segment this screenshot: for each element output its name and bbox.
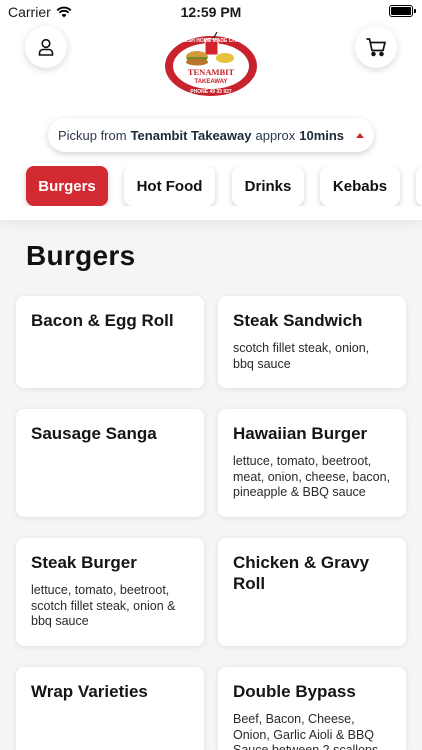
item-name: Steak Burger bbox=[31, 553, 137, 572]
menu-item-card[interactable]: Wrap Varieties bbox=[16, 667, 204, 750]
pickup-selector[interactable]: Pickup from Tenambit Takeaway approx 10m… bbox=[48, 118, 374, 152]
menu-item-card[interactable]: Steak Burger lettuce, tomato, beetroot, … bbox=[16, 538, 204, 646]
tab-drinks[interactable]: Drinks bbox=[232, 166, 304, 206]
pickup-prefix: Pickup from bbox=[57, 127, 127, 143]
menu-item-card[interactable]: Sausage Sanga bbox=[16, 409, 204, 517]
tab-hot-food[interactable]: Hot Food bbox=[124, 166, 215, 206]
item-description: Beef, Bacon, Cheese, Onion, Garlic Aioli… bbox=[233, 712, 379, 750]
tab-more[interactable] bbox=[416, 166, 422, 206]
item-name: Wrap Varieties bbox=[31, 682, 148, 701]
menu-item-card[interactable]: Steak Sandwich scotch fillet steak, onio… bbox=[218, 296, 406, 388]
logo-phone: PHONE 49 33 927 bbox=[190, 89, 232, 95]
item-description: scotch fillet steak, onion, bbq sauce bbox=[233, 341, 370, 371]
tab-kebabs[interactable]: Kebabs bbox=[320, 166, 400, 206]
cart-icon bbox=[366, 38, 386, 57]
item-description: lettuce, tomato, beetroot, meat, onion, … bbox=[233, 454, 391, 499]
logo-arc-text: FRESH HOME MADE CHIPS bbox=[178, 38, 245, 44]
battery-icon bbox=[389, 5, 416, 17]
menu-item-card[interactable]: Double Bypass Beef, Bacon, Cheese, Onion… bbox=[218, 667, 406, 750]
user-icon bbox=[38, 38, 54, 56]
status-time: 12:59 PM bbox=[180, 4, 242, 20]
profile-button[interactable] bbox=[25, 26, 67, 68]
menu-item-card[interactable]: Chicken & Gravy Roll bbox=[218, 538, 406, 646]
item-description: lettuce, tomato, beetroot, scotch fillet… bbox=[31, 583, 176, 628]
menu-item-card[interactable]: Hawaiian Burger lettuce, tomato, beetroo… bbox=[218, 409, 406, 517]
category-tabs: Burgers Hot Food Drinks Kebabs bbox=[0, 166, 422, 206]
menu-item-card[interactable]: Bacon & Egg Roll bbox=[16, 296, 204, 388]
pickup-store: Tenambit Takeaway bbox=[130, 127, 252, 143]
item-name: Double Bypass bbox=[233, 682, 356, 701]
item-name: Sausage Sanga bbox=[31, 424, 157, 443]
logo-name-line1: TENAMBIT bbox=[188, 67, 235, 77]
status-bar: Carrier 12:59 PM bbox=[0, 0, 422, 24]
caret-up-icon bbox=[356, 132, 365, 138]
pickup-time: 10mins bbox=[299, 127, 345, 143]
pickup-approx: approx bbox=[255, 127, 296, 143]
item-name: Hawaiian Burger bbox=[233, 424, 368, 443]
item-name: Bacon & Egg Roll bbox=[31, 311, 174, 330]
cart-button[interactable] bbox=[355, 26, 397, 68]
tab-burgers[interactable]: Burgers bbox=[26, 166, 108, 206]
logo-name-line2: TAKEAWAY bbox=[194, 79, 227, 85]
item-name: Chicken & Gravy Roll bbox=[233, 553, 370, 593]
section-title: Burgers bbox=[26, 240, 136, 271]
store-logo: FRESH HOME MADE CHIPS TENAMBIT TAKEAWAY … bbox=[165, 31, 257, 96]
item-name: Steak Sandwich bbox=[233, 311, 363, 330]
